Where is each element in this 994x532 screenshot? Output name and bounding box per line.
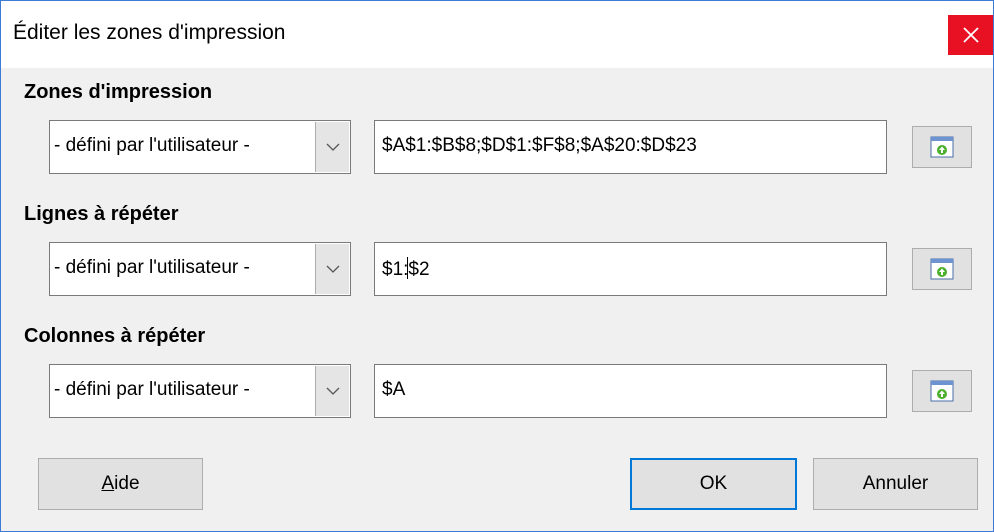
rows-to-repeat-shrink-button[interactable] xyxy=(912,248,972,290)
close-button[interactable] xyxy=(948,15,993,55)
cancel-button[interactable]: Annuler xyxy=(813,458,978,510)
title-bar: Éditer les zones d'impression xyxy=(1,1,993,68)
shrink-range-icon xyxy=(930,258,954,280)
rows-to-repeat-input[interactable]: $1:$2 xyxy=(374,242,887,296)
cancel-button-label: Annuler xyxy=(862,473,929,494)
help-button-mnemonic: A xyxy=(101,473,115,494)
rows-to-repeat-input-value: $1:$2 xyxy=(382,257,430,281)
chevron-down-icon xyxy=(326,387,339,395)
dialog-title: Éditer les zones d'impression xyxy=(13,21,286,44)
print-ranges-combo-value: - défini par l'utilisateur - xyxy=(54,135,250,156)
columns-to-repeat-input[interactable]: $A xyxy=(374,364,887,418)
ok-button[interactable]: OK xyxy=(630,458,797,510)
print-ranges-combo[interactable]: - défini par l'utilisateur - xyxy=(49,120,351,174)
shrink-range-icon xyxy=(930,136,954,158)
columns-to-repeat-input-value: $A xyxy=(382,379,406,400)
dialog-window: Éditer les zones d'impression Zones d'im… xyxy=(0,0,994,532)
shrink-range-icon xyxy=(930,380,954,402)
columns-to-repeat-label: Colonnes à répéter xyxy=(24,325,206,347)
columns-to-repeat-combo-value: - défini par l'utilisateur - xyxy=(54,379,250,400)
rows-to-repeat-combo[interactable]: - défini par l'utilisateur - xyxy=(49,242,351,296)
rows-to-repeat-value-before-caret: $1: xyxy=(382,259,409,280)
print-ranges-label: Zones d'impression xyxy=(24,81,213,103)
print-ranges-input[interactable]: $A$1:$B$8;$D$1:$F$8;$A$20:$D$23 xyxy=(374,120,887,174)
print-ranges-dropdown-button[interactable] xyxy=(315,122,349,172)
chevron-down-icon xyxy=(326,265,339,273)
ok-button-label: OK xyxy=(699,473,728,494)
chevron-down-icon xyxy=(326,143,339,151)
rows-to-repeat-label: Lignes à répéter xyxy=(24,203,179,225)
columns-to-repeat-combo[interactable]: - défini par l'utilisateur - xyxy=(49,364,351,418)
help-button-label: ide xyxy=(114,473,140,494)
rows-to-repeat-combo-value: - défini par l'utilisateur - xyxy=(54,257,250,278)
close-icon xyxy=(962,27,979,43)
columns-to-repeat-dropdown-button[interactable] xyxy=(315,366,349,416)
print-ranges-input-value: $A$1:$B$8;$D$1:$F$8;$A$20:$D$23 xyxy=(382,135,697,156)
rows-to-repeat-dropdown-button[interactable] xyxy=(315,244,349,294)
rows-to-repeat-value-after-caret: $2 xyxy=(408,259,430,280)
print-ranges-shrink-button[interactable] xyxy=(912,126,972,168)
help-button[interactable]: Aide xyxy=(38,458,203,510)
columns-to-repeat-shrink-button[interactable] xyxy=(912,370,972,412)
